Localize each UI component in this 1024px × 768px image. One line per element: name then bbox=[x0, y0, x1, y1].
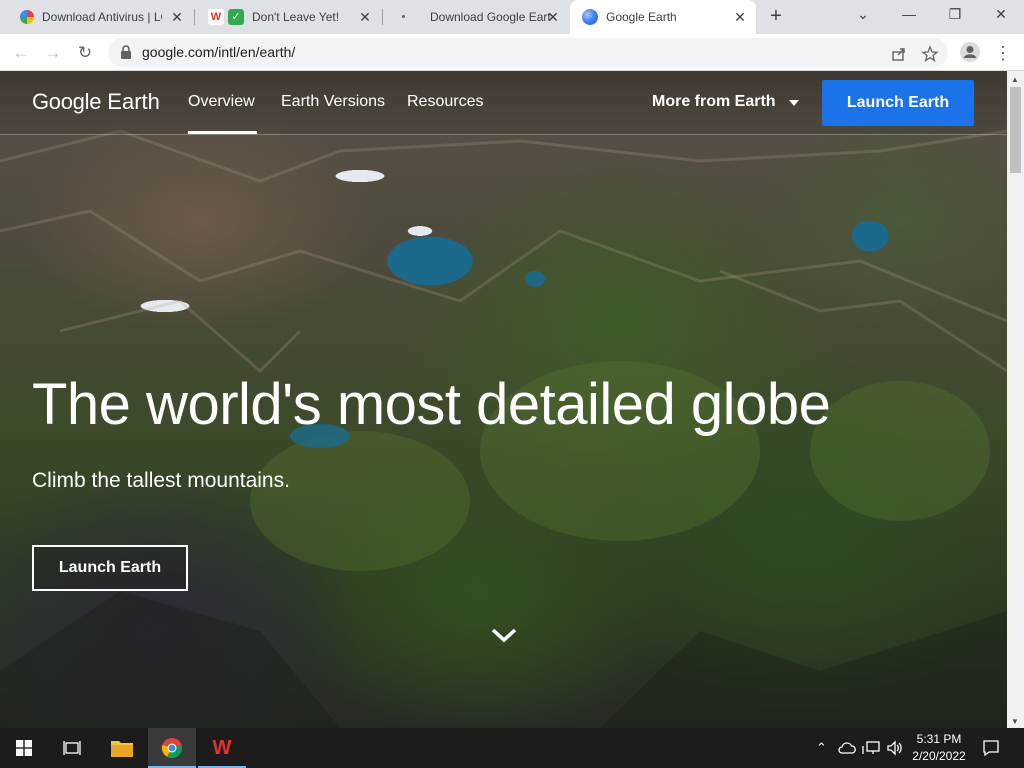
nav-overview-link[interactable]: Overview bbox=[188, 93, 255, 111]
tab-strip: Download Antivirus | LC ✕ W ✓ Don't Leav… bbox=[0, 0, 1024, 34]
browser-toolbar: ← → ↻ google.com/intl/en/earth/ ⋮ bbox=[0, 34, 1024, 71]
show-hidden-icons-chevron[interactable]: ⌃ bbox=[816, 740, 827, 756]
hero-title: The world's most detailed globe bbox=[32, 372, 831, 437]
scrollbar-thumb[interactable] bbox=[1010, 87, 1021, 173]
nav-resources-link[interactable]: Resources bbox=[407, 93, 483, 111]
tab-separator bbox=[194, 9, 195, 25]
lock-icon bbox=[121, 45, 131, 59]
scroll-down-chevron-icon[interactable] bbox=[491, 627, 517, 643]
close-tab-icon[interactable]: ✕ bbox=[545, 9, 561, 25]
scroll-up-arrow-icon[interactable]: ▲ bbox=[1011, 75, 1019, 84]
chrome-icon bbox=[161, 738, 182, 759]
close-tab-icon[interactable]: ✕ bbox=[169, 9, 185, 25]
onedrive-cloud-icon[interactable] bbox=[838, 740, 856, 756]
hero-subtitle: Climb the tallest mountains. bbox=[32, 469, 290, 492]
reload-button[interactable]: ↻ bbox=[72, 40, 98, 66]
taskbar-file-explorer[interactable] bbox=[98, 728, 146, 768]
notifications-icon[interactable] bbox=[982, 739, 1000, 757]
back-button[interactable]: ← bbox=[8, 40, 34, 66]
tab-separator bbox=[382, 9, 383, 25]
nav-earth-versions-link[interactable]: Earth Versions bbox=[281, 93, 385, 111]
scroll-down-arrow-icon[interactable]: ▼ bbox=[1011, 717, 1019, 726]
tab-title: Download Antivirus | LC bbox=[42, 10, 162, 24]
profile-avatar-icon[interactable] bbox=[959, 41, 981, 63]
network-icon[interactable] bbox=[862, 740, 880, 756]
clock-time: 5:31 PM bbox=[916, 732, 962, 746]
windows-taskbar: W ⌃ 5:31 PM 2/20/2022 bbox=[0, 728, 1024, 768]
clock-date: 2/20/2022 bbox=[912, 749, 966, 763]
hero-launch-earth-button[interactable]: Launch Earth bbox=[32, 545, 188, 591]
checkmark-icon: ✓ bbox=[228, 9, 244, 25]
colorful-logo-icon bbox=[20, 10, 34, 24]
start-button[interactable] bbox=[0, 728, 48, 768]
taskbar-clock[interactable]: 5:31 PM 2/20/2022 bbox=[900, 731, 978, 765]
tab-dont-leave[interactable]: W ✓ Don't Leave Yet! ✕ bbox=[196, 0, 381, 34]
share-icon[interactable] bbox=[890, 45, 908, 63]
bookmark-star-icon[interactable] bbox=[921, 45, 939, 63]
wps-logo-icon: W bbox=[212, 737, 232, 759]
wps-logo-icon: W bbox=[208, 9, 224, 25]
page-scrollbar[interactable]: ▲ ▼ bbox=[1007, 71, 1024, 728]
folder-icon bbox=[111, 741, 133, 757]
close-window-button[interactable]: ✕ bbox=[978, 0, 1024, 30]
url-text: google.com/intl/en/earth/ bbox=[142, 44, 296, 60]
tab-search-icon[interactable]: ⌄ bbox=[840, 0, 886, 30]
loading-dot-icon bbox=[396, 9, 412, 25]
address-bar[interactable]: google.com/intl/en/earth/ bbox=[108, 38, 948, 67]
restore-button[interactable]: ❐ bbox=[932, 0, 978, 30]
dropdown-caret-icon[interactable] bbox=[789, 100, 799, 106]
close-tab-icon[interactable]: ✕ bbox=[732, 9, 748, 25]
tab-download-google-earth[interactable]: Download Google Eart ✕ bbox=[384, 0, 569, 34]
windows-logo-icon bbox=[16, 740, 32, 756]
tab-title: Google Earth bbox=[606, 10, 677, 24]
google-earth-icon bbox=[582, 9, 598, 25]
taskbar-wps-office[interactable]: W bbox=[198, 728, 246, 768]
active-nav-indicator bbox=[188, 131, 257, 134]
tab-title: Don't Leave Yet! bbox=[252, 10, 340, 24]
forward-button[interactable]: → bbox=[40, 40, 66, 66]
close-tab-icon[interactable]: ✕ bbox=[357, 9, 373, 25]
task-view-button[interactable] bbox=[48, 728, 96, 768]
minimize-button[interactable]: — bbox=[886, 0, 932, 30]
google-earth-logo[interactable]: Google Earth bbox=[32, 89, 160, 115]
earth-top-nav: Google Earth Overview Earth Versions Res… bbox=[0, 71, 1007, 135]
google-earth-page: Google Earth Overview Earth Versions Res… bbox=[0, 71, 1007, 728]
more-from-earth-menu[interactable]: More from Earth bbox=[652, 93, 776, 111]
new-tab-button[interactable]: + bbox=[764, 5, 788, 29]
taskbar-chrome[interactable] bbox=[148, 728, 196, 768]
tab-download-antivirus[interactable]: Download Antivirus | LC ✕ bbox=[8, 0, 193, 34]
tab-title: Download Google Eart bbox=[430, 10, 550, 24]
task-view-icon bbox=[63, 741, 81, 755]
tab-google-earth[interactable]: Google Earth ✕ bbox=[570, 0, 756, 34]
launch-earth-button[interactable]: Launch Earth bbox=[822, 80, 974, 126]
browser-menu-icon[interactable]: ⋮ bbox=[990, 40, 1016, 66]
